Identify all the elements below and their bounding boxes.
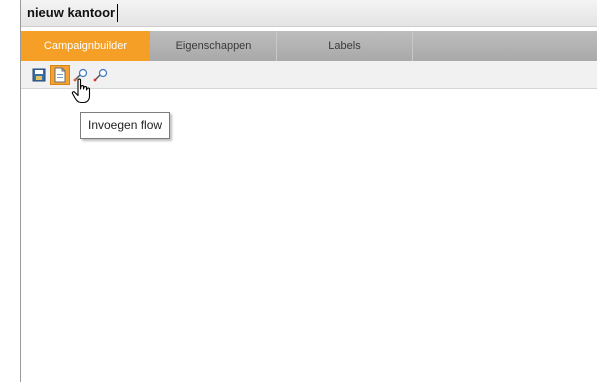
tab-labels[interactable]: Labels [277,31,413,61]
save-button[interactable] [29,65,49,85]
insert-flow-icon [54,67,66,83]
insert-flow-button[interactable] [50,65,70,85]
tab-campaignbuilder[interactable]: Campaignbuilder [21,31,150,61]
save-icon [32,68,46,82]
tab-eigenschappen[interactable]: Eigenschappen [151,31,277,61]
insert-flow-tooltip: Invoegen flow [80,112,171,139]
title-input[interactable]: nieuw kantoor [25,4,119,22]
title-bar: nieuw kantoor [21,0,597,27]
zoom-out-icon [93,68,108,82]
zoom-out-button[interactable] [91,65,111,85]
hand-pointer-icon [71,78,91,104]
toolbar [21,61,597,89]
editor-window: nieuw kantoor Campaignbuilder Eigenschap… [20,0,597,382]
tab-bar: Campaignbuilder Eigenschappen Labels [21,31,597,61]
